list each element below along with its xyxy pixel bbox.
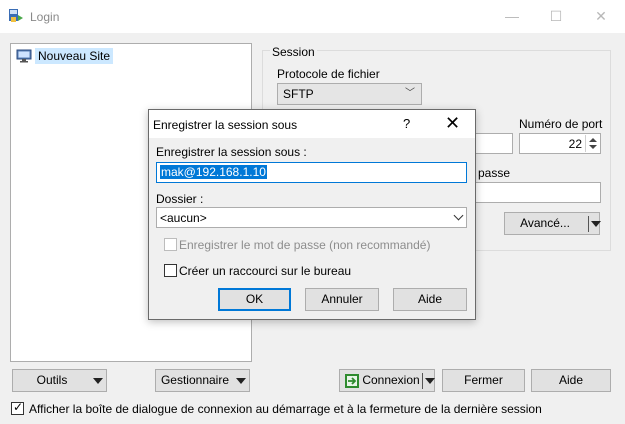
manager-label: Gestionnaire <box>160 373 230 387</box>
password-field[interactable] <box>460 182 601 203</box>
close-window-button[interactable]: ✕ <box>586 6 616 26</box>
chevron-down-icon <box>453 210 464 221</box>
dropdown-arrow-icon <box>236 378 246 384</box>
tools-button[interactable]: Outils <box>12 369 107 392</box>
login-icon <box>345 374 359 388</box>
dialog-title: Enregistrer la session sous <box>153 118 298 132</box>
ok-button[interactable]: OK <box>218 288 291 311</box>
help-button[interactable]: Aide <box>531 369 611 392</box>
protocol-value: SFTP <box>283 87 314 101</box>
dropdown-arrow-icon <box>591 221 601 227</box>
connect-button[interactable]: Connexion <box>339 369 435 392</box>
manager-button[interactable]: Gestionnaire <box>155 369 250 392</box>
dialog-close-icon[interactable]: ✕ <box>445 113 460 134</box>
advanced-button[interactable]: Avancé... <box>504 212 601 235</box>
folder-select[interactable]: <aucun> <box>156 207 467 228</box>
title-bar: Login — ☐ ✕ <box>0 0 625 33</box>
window-title: Login <box>30 10 60 24</box>
maximize-button[interactable]: ☐ <box>541 6 571 26</box>
tools-label: Outils <box>36 373 68 387</box>
save-password-label: Enregistrer le mot de passe (non recomma… <box>179 238 431 252</box>
dropdown-arrow-icon <box>425 378 435 384</box>
session-group-label: Session <box>270 45 317 59</box>
chevron-down-icon: ﹀ <box>405 88 415 99</box>
dialog-help-icon[interactable]: ? <box>403 116 410 131</box>
cancel-button[interactable]: Annuler <box>305 288 379 311</box>
dropdown-arrow-icon <box>93 378 103 384</box>
create-shortcut-label: Créer un raccourci sur le bureau <box>179 264 352 278</box>
folder-label: Dossier : <box>156 192 204 206</box>
password-label: passe <box>478 166 511 180</box>
folder-value: <aucun> <box>160 211 207 225</box>
protocol-label: Protocole de fichier <box>277 67 380 81</box>
tree-item-new-site[interactable]: Nouveau Site <box>16 47 114 65</box>
minimize-button[interactable]: — <box>497 6 527 26</box>
login-window: Login — ☐ ✕ Nouveau Site Session Protoco… <box>0 0 625 424</box>
show-dialog-checkbox[interactable] <box>11 400 24 415</box>
advanced-label: Avancé... <box>520 216 570 230</box>
dialog-title-bar: Enregistrer la session sous ? ✕ <box>149 110 475 138</box>
port-stepper[interactable]: 22 <box>519 133 601 154</box>
port-value: 22 <box>568 137 582 151</box>
session-name-value: mak@192.168.1.10 <box>160 165 267 179</box>
winscp-app-icon <box>9 9 23 22</box>
dialog-help-button[interactable]: Aide <box>393 288 467 311</box>
connect-label: Connexion <box>362 373 420 387</box>
spin-arrows-icon[interactable] <box>585 135 599 152</box>
port-label: Numéro de port <box>519 117 603 131</box>
session-name-label: Enregistrer la session sous : <box>156 145 307 159</box>
close-button[interactable]: Fermer <box>442 369 525 392</box>
create-shortcut-checkbox[interactable] <box>164 264 177 277</box>
monitor-icon <box>16 49 32 63</box>
session-name-field[interactable]: mak@192.168.1.10 <box>156 162 467 183</box>
save-password-checkbox[interactable] <box>164 238 177 251</box>
save-session-dialog: Enregistrer la session sous ? ✕ Enregist… <box>148 109 476 320</box>
show-dialog-label: Afficher la boîte de dialogue de connexi… <box>29 402 542 416</box>
tree-item-label: Nouveau Site <box>35 48 114 64</box>
protocol-select[interactable]: SFTP ﹀ <box>277 83 422 105</box>
